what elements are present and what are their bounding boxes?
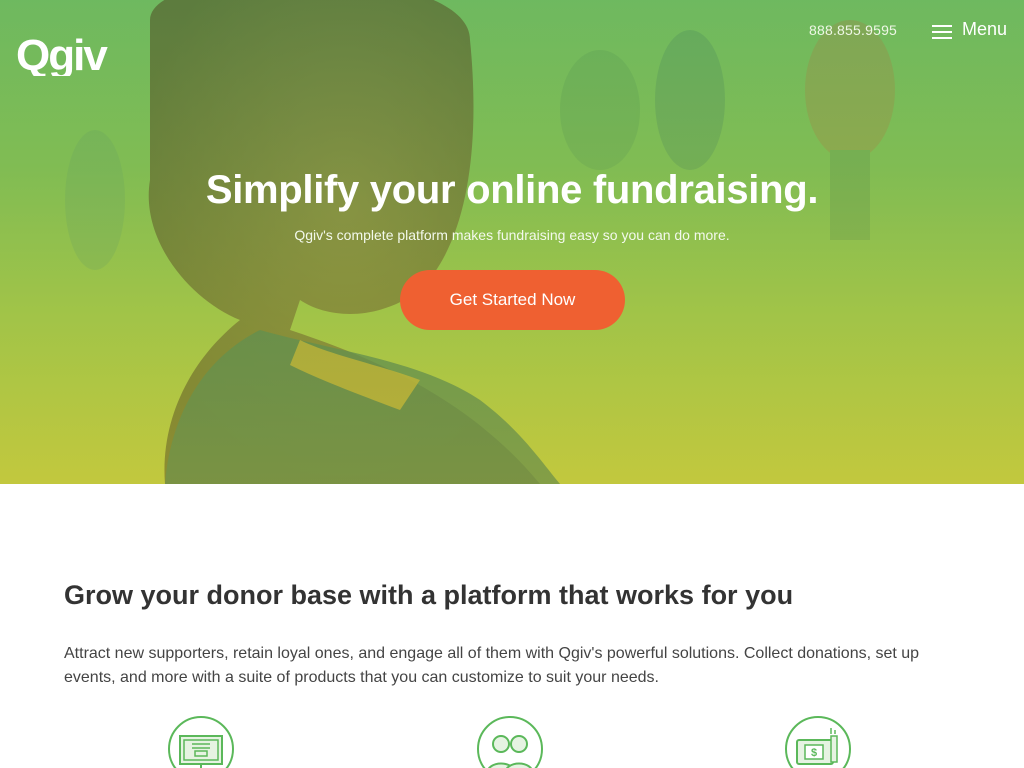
hamburger-icon <box>932 25 952 39</box>
phone-number[interactable]: 888.855.9595 <box>809 22 897 38</box>
svg-text:$: $ <box>811 747 817 759</box>
section-title: Grow your donor base with a platform tha… <box>64 580 794 610</box>
hero-title: Simplify your online fundraising. <box>205 168 819 212</box>
menu-button[interactable]: Menu <box>932 19 1007 40</box>
qgiv-logo[interactable]: Qgiv <box>16 28 116 76</box>
supporters-icon[interactable] <box>477 716 543 768</box>
logo-text: Qgiv <box>16 31 108 76</box>
get-started-button[interactable]: Get Started Now <box>400 270 625 330</box>
menu-label: Menu <box>962 19 1008 39</box>
section-description: Attract new supporters, retain loyal one… <box>64 645 920 686</box>
online-form-icon[interactable] <box>168 716 234 768</box>
hero-banner: Qgiv 888.855.9595 Menu Simplify your onl… <box>0 0 1024 484</box>
hero-subtitle: Qgiv's complete platform makes fundraisi… <box>294 227 730 243</box>
payment-device-icon[interactable]: $ <box>785 716 851 768</box>
